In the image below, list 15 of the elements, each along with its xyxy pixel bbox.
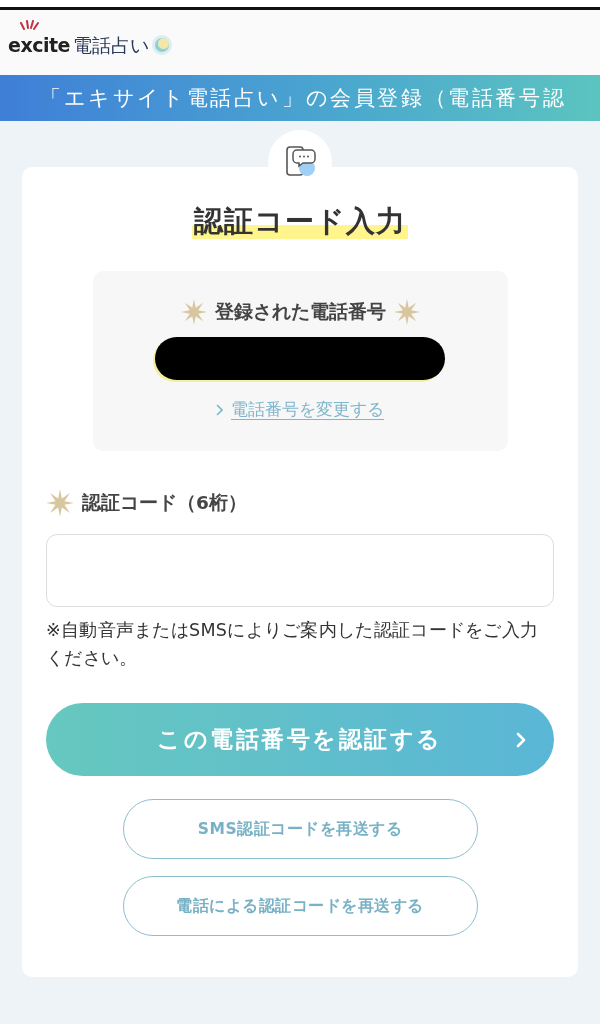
banner-title: 「エキサイト電話占い」の会員登録（電話番号認	[40, 85, 567, 112]
code-input-field[interactable]	[46, 534, 554, 608]
logo-service-name: 電話占い	[72, 36, 149, 55]
crescent-moon-icon	[150, 33, 173, 56]
code-field-label: 認証コード（6桁）	[82, 491, 247, 516]
burst-icon	[18, 20, 40, 32]
verify-button[interactable]: この電話番号を認証する	[46, 703, 554, 777]
change-phone-link[interactable]: 電話番号を変更する	[216, 399, 384, 422]
chevron-right-icon	[516, 731, 526, 748]
resend-button[interactable]: 電話による認証コードを再送する	[122, 876, 478, 937]
logo-brand: excite	[8, 36, 70, 55]
note-text: ※自動音声またはSMSによりご案内した認証コードをご入力ください。	[46, 619, 540, 671]
resend-button[interactable]: SMS認証コードを再送する	[122, 799, 478, 860]
chevron-right-icon	[216, 404, 223, 417]
registered-phone-label: 登録された電話番号	[214, 300, 386, 325]
